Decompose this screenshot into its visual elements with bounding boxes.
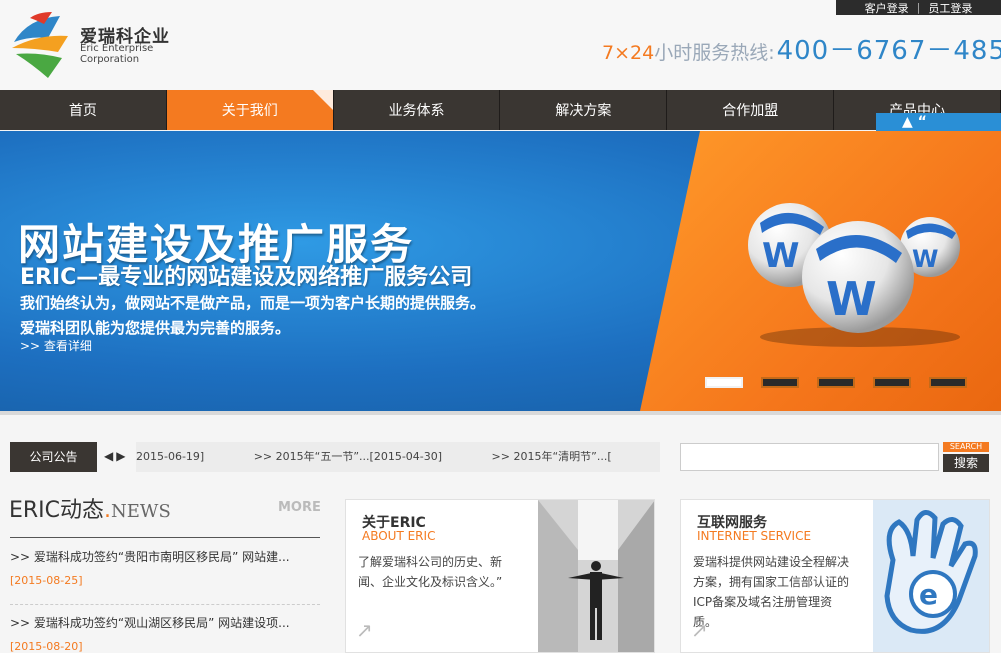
hotline-label: 小时服务热线: (654, 42, 775, 64)
card-desc-line: ICP备案及域名注册管理资 (693, 595, 833, 609)
slide-dot[interactable] (761, 377, 799, 388)
top-links: 客户登录 | 员工登录 (836, 0, 1001, 15)
customer-login-link[interactable]: 客户登录 (865, 0, 909, 16)
notice-ticker: 2015-06-19] >> 2015年“五一节”...[2015-04-30]… (136, 442, 660, 472)
news-item-separator (10, 604, 320, 605)
card-internet-service[interactable]: 互联网服务 INTERNET SERVICE 爱瑞科提供网站建设全程解决 方案，… (680, 499, 990, 653)
search-tag: SEARCH (943, 442, 989, 452)
news-title-en: NEWS (111, 501, 171, 522)
logo-name-en-2: Corporation (80, 54, 140, 65)
news-item-date: [2015-08-25] (10, 574, 83, 587)
notice-label: 公司公告 (10, 442, 97, 472)
banner-subtitle: ERIC—最专业的网站建设及网络推广服务公司 (20, 265, 473, 290)
notice-prev-next-icon[interactable]: ◀▶ (104, 449, 128, 463)
nav-item-business[interactable]: 业务体系 (334, 90, 501, 130)
nav-item-partners[interactable]: 合作加盟 (667, 90, 835, 130)
nav-item-label: 关于我们 (221, 103, 278, 119)
card-description-2: 爱瑞科提供网站建设全程解决 方案，拥有国家工信部认证的 ICP备案及域名注册管理… (693, 552, 849, 632)
news-divider (10, 537, 320, 538)
staff-login-link[interactable]: 员工登录 (928, 0, 972, 16)
search-button[interactable]: 搜索 (943, 454, 989, 472)
card-title-en-2: INTERNET SERVICE (697, 529, 812, 543)
card-description: 了解爱瑞科公司的历史、新 闻、企业文化及标识含义。” (358, 552, 502, 592)
banner-more-link[interactable]: >> 查看详细 (20, 337, 92, 354)
card-desc-line: 了解爱瑞科公司的历史、新 (358, 555, 503, 569)
banner-divider (0, 411, 1001, 415)
news-item-link[interactable]: >> 爱瑞科成功签约“贵阳市南明区移民局” 网站建... (10, 548, 320, 565)
notice-item[interactable]: >> 2015年“清明节”...[ (492, 450, 612, 463)
news-item-date-2: [2015-08-20] (10, 640, 83, 653)
hotline-prefix: 7×24 (602, 42, 655, 64)
news-title-dot: . (104, 498, 112, 523)
slide-dot[interactable] (705, 377, 743, 388)
nav-item-home[interactable]: 首页 (0, 90, 167, 130)
header: 爱瑞科企业 Eric Enterprise Corporation 客户登录 |… (0, 0, 1001, 90)
logo-name-en: Eric Enterprise (80, 43, 154, 54)
main-nav: 首页 关于我们 业务体系 解决方案 合作加盟 产品中心 (0, 90, 1001, 130)
news-section-title: ERIC动态.NEWS (9, 492, 171, 524)
search-input[interactable] (680, 443, 939, 471)
news-title-cn: ERIC动态 (9, 498, 105, 523)
hero-banner[interactable]: 网站建设及推广服务 ERIC—最专业的网站建设及网络推广服务公司 我们始终认为，… (0, 131, 1001, 411)
w-spheres-icon: W W W (748, 203, 960, 347)
hand-e-icon: e (873, 500, 989, 652)
fold-corner (312, 90, 333, 110)
banner-text-line: 我们始终认为，做网站不是做产品，而是一项为客户长期的提供服务。 (20, 294, 486, 312)
nav-item-solutions[interactable]: 解决方案 (500, 90, 668, 130)
notice-item[interactable]: >> 2015年“五一节”...[2015-04-30] (254, 450, 442, 463)
slide-indicators (705, 377, 967, 388)
hotline-number: 400－6767－485 (776, 36, 1001, 66)
nav-item-about[interactable]: 关于我们 (166, 90, 334, 130)
top-links-separator: | (916, 1, 921, 14)
hotline: 7×24 小时服务热线: 400－6767－485 (602, 30, 1001, 66)
card-desc-line: 爱瑞科提供网站建设全程解决 (693, 555, 850, 569)
svg-text:W: W (762, 236, 800, 276)
news-more-link[interactable]: MORE (278, 500, 321, 515)
banner-text-line-2: 爱瑞科团队能为您提供最为完善的服务。 (20, 319, 291, 337)
logo-icon (12, 12, 68, 78)
notice-item[interactable]: 2015-06-19] (136, 450, 204, 463)
slide-dot[interactable] (817, 377, 855, 388)
page: 爱瑞科企业 Eric Enterprise Corporation 客户登录 |… (0, 0, 1001, 653)
arrow-up-right-icon[interactable]: ↗ (356, 618, 373, 642)
card-desc-line: 闻、企业文化及标识含义。” (358, 575, 503, 589)
slide-dot[interactable] (929, 377, 967, 388)
svg-text:W: W (912, 245, 938, 273)
card-title-en: ABOUT ERIC (362, 529, 436, 543)
slide-dot[interactable] (873, 377, 911, 388)
businessman-photo (538, 500, 654, 652)
card-desc-line: 方案，拥有国家工信部认证的 (693, 575, 850, 589)
news-item-link-2[interactable]: >> 爱瑞科成功签约“观山湖区移民局” 网站建设项... (10, 614, 320, 631)
svg-text:e: e (919, 578, 938, 611)
arrow-up-right-icon-2[interactable]: ↗ (691, 618, 708, 642)
card-desc-line: 质。 (693, 615, 718, 629)
card-about-eric[interactable]: 关于ERIC ABOUT ERIC 了解爱瑞科公司的历史、新 闻、企业文化及标识… (345, 499, 655, 653)
nav-dropdown-peek: ▲ “ (876, 113, 1001, 131)
svg-text:W: W (826, 272, 877, 326)
